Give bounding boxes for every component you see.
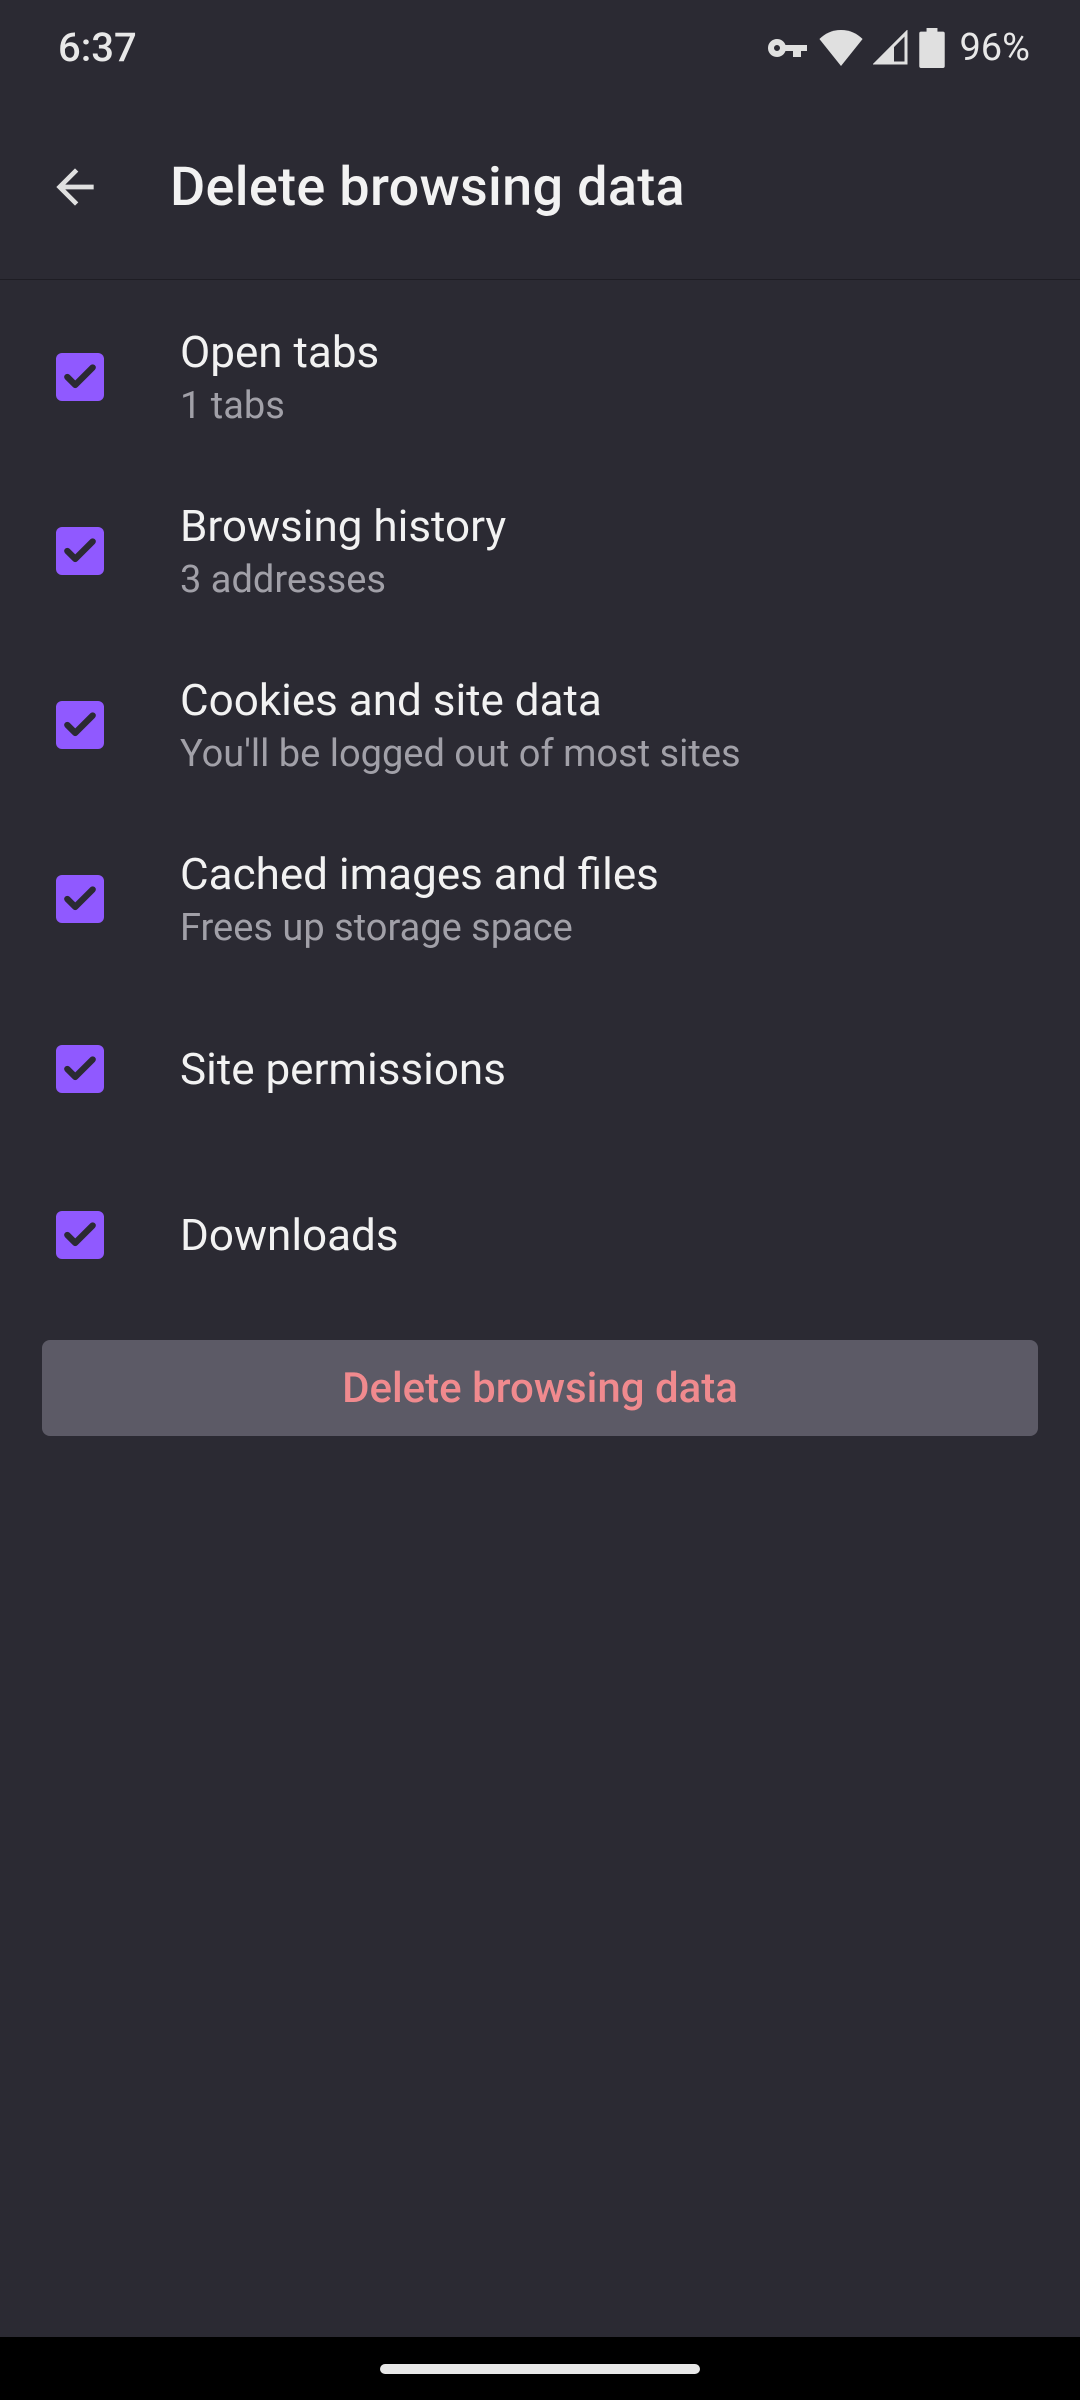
option-title: Downloads (180, 1209, 399, 1261)
checkbox-downloads[interactable] (56, 1211, 104, 1259)
checkmark-icon (61, 1050, 99, 1088)
option-subtitle: Frees up storage space (180, 906, 659, 950)
option-cached-images[interactable]: Cached images and files Frees up storage… (0, 812, 1080, 986)
checkbox-cached-images[interactable] (56, 875, 104, 923)
checkmark-icon (61, 880, 99, 918)
option-title: Site permissions (180, 1043, 506, 1095)
delete-button-label: Delete browsing data (342, 1364, 738, 1413)
option-subtitle: 1 tabs (180, 384, 379, 428)
checkmark-icon (61, 532, 99, 570)
option-text: Open tabs 1 tabs (180, 326, 379, 428)
option-open-tabs[interactable]: Open tabs 1 tabs (0, 290, 1080, 464)
arrow-back-icon (47, 159, 103, 215)
option-downloads[interactable]: Downloads (0, 1152, 1080, 1318)
option-title: Open tabs (180, 326, 379, 378)
back-button[interactable] (40, 152, 110, 222)
option-cookies[interactable]: Cookies and site data You'll be logged o… (0, 638, 1080, 812)
option-text: Cached images and files Frees up storage… (180, 848, 659, 950)
option-title: Browsing history (180, 500, 506, 552)
option-title: Cookies and site data (180, 674, 741, 726)
checkmark-icon (61, 358, 99, 396)
page-title: Delete browsing data (170, 156, 685, 219)
option-subtitle: 3 addresses (180, 558, 506, 602)
navigation-bar (0, 2337, 1080, 2400)
wifi-icon (819, 30, 863, 66)
battery-icon (919, 28, 945, 68)
checkmark-icon (61, 1216, 99, 1254)
delete-browsing-data-button[interactable]: Delete browsing data (42, 1340, 1038, 1436)
nav-handle[interactable] (380, 2364, 700, 2374)
checkmark-icon (61, 706, 99, 744)
checkbox-cookies[interactable] (56, 701, 104, 749)
checkbox-browsing-history[interactable] (56, 527, 104, 575)
option-subtitle: You'll be logged out of most sites (180, 732, 741, 776)
option-site-permissions[interactable]: Site permissions (0, 986, 1080, 1152)
option-text: Browsing history 3 addresses (180, 500, 506, 602)
checkbox-open-tabs[interactable] (56, 353, 104, 401)
status-time: 6:37 (58, 24, 137, 71)
app-bar: Delete browsing data (0, 95, 1080, 280)
option-text: Site permissions (180, 1043, 506, 1095)
option-text: Downloads (180, 1209, 399, 1261)
vpn-key-icon (765, 36, 809, 60)
option-text: Cookies and site data You'll be logged o… (180, 674, 741, 776)
option-title: Cached images and files (180, 848, 659, 900)
status-icons: 96% (765, 26, 1030, 70)
options-list: Open tabs 1 tabs Browsing history 3 addr… (0, 280, 1080, 1318)
battery-percentage: 96% (959, 26, 1030, 70)
option-browsing-history[interactable]: Browsing history 3 addresses (0, 464, 1080, 638)
status-bar: 6:37 96% (0, 0, 1080, 95)
checkbox-site-permissions[interactable] (56, 1045, 104, 1093)
cellular-signal-icon (873, 30, 909, 66)
